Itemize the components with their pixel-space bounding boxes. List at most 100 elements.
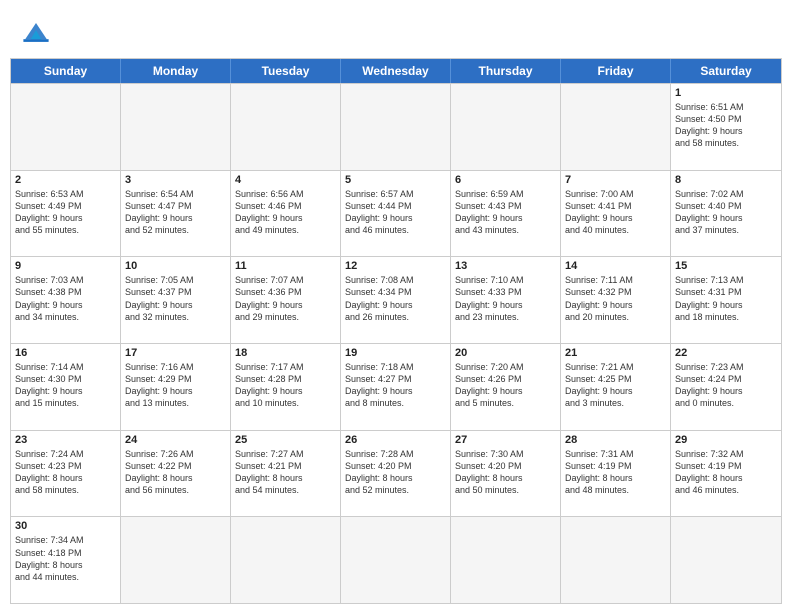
calendar-cell-0-4 [451, 84, 561, 170]
day-number: 27 [455, 434, 556, 446]
day-info: Sunrise: 7:27 AM Sunset: 4:21 PM Dayligh… [235, 448, 336, 497]
day-number: 30 [15, 520, 116, 532]
calendar-cell-4-2: 25 Sunrise: 7:27 AM Sunset: 4:21 PM Dayli… [231, 431, 341, 517]
weekday-header-monday: Monday [121, 59, 231, 83]
calendar-cell-3-3: 19Sunrise: 7:18 AM Sunset: 4:27 PM Dayli… [341, 344, 451, 430]
day-number: 3 [125, 174, 226, 186]
day-number: 7 [565, 174, 666, 186]
day-info: Sunrise: 6:57 AM Sunset: 4:44 PM Dayligh… [345, 188, 446, 237]
day-info: Sunrise: 7:03 AM Sunset: 4:38 PM Dayligh… [15, 274, 116, 323]
day-info: Sunrise: 6:54 AM Sunset: 4:47 PM Dayligh… [125, 188, 226, 237]
day-info: Sunrise: 6:51 AM Sunset: 4:50 PM Dayligh… [675, 101, 777, 150]
day-info: Sunrise: 7:24 AM Sunset: 4:23 PM Dayligh… [15, 448, 116, 497]
day-info: Sunrise: 6:53 AM Sunset: 4:49 PM Dayligh… [15, 188, 116, 237]
calendar-cell-2-1: 10 Sunrise: 7:05 AM Sunset: 4:37 PM Dayli… [121, 257, 231, 343]
day-info: Sunrise: 7:13 AM Sunset: 4:31 PM Dayligh… [675, 274, 777, 323]
day-number: 6 [455, 174, 556, 186]
calendar-cell-0-3 [341, 84, 451, 170]
header [0, 0, 792, 58]
day-info: Sunrise: 7:34 AM Sunset: 4:18 PM Dayligh… [15, 534, 116, 583]
day-number: 8 [675, 174, 777, 186]
day-number: 19 [345, 347, 446, 359]
day-info: Sunrise: 7:31 AM Sunset: 4:19 PM Dayligh… [565, 448, 666, 497]
day-info: Sunrise: 7:28 AM Sunset: 4:20 PM Dayligh… [345, 448, 446, 497]
day-info: Sunrise: 7:16 AM Sunset: 4:29 PM Dayligh… [125, 361, 226, 410]
day-info: Sunrise: 7:21 AM Sunset: 4:25 PM Dayligh… [565, 361, 666, 410]
calendar-body: 1 Sunrise: 6:51 AM Sunset: 4:50 PM Daylig… [11, 83, 781, 603]
calendar-row-0: 1 Sunrise: 6:51 AM Sunset: 4:50 PM Daylig… [11, 83, 781, 170]
calendar-cell-4-3: 26 Sunrise: 7:28 AM Sunset: 4:20 PM Dayli… [341, 431, 451, 517]
weekday-header-wednesday: Wednesday [341, 59, 451, 83]
calendar-row-5: 30 Sunrise: 7:34 AM Sunset: 4:18 PM Dayli… [11, 516, 781, 603]
day-number: 23 [15, 434, 116, 446]
calendar-cell-3-1: 17 Sunrise: 7:16 AM Sunset: 4:29 PM Dayli… [121, 344, 231, 430]
calendar-cell-5-1 [121, 517, 231, 603]
calendar-row-3: 16Sunrise: 7:14 AM Sunset: 4:30 PM Dayli… [11, 343, 781, 430]
calendar-row-2: 9 Sunrise: 7:03 AM Sunset: 4:38 PM Daylig… [11, 256, 781, 343]
calendar-cell-4-6: 29Sunrise: 7:32 AM Sunset: 4:19 PM Dayli… [671, 431, 781, 517]
day-info: Sunrise: 7:17 AM Sunset: 4:28 PM Dayligh… [235, 361, 336, 410]
day-info: Sunrise: 7:00 AM Sunset: 4:41 PM Dayligh… [565, 188, 666, 237]
calendar-cell-4-4: 27 Sunrise: 7:30 AM Sunset: 4:20 PM Dayli… [451, 431, 561, 517]
calendar-row-1: 2 Sunrise: 6:53 AM Sunset: 4:49 PM Daylig… [11, 170, 781, 257]
day-info: Sunrise: 7:26 AM Sunset: 4:22 PM Dayligh… [125, 448, 226, 497]
calendar-cell-0-0 [11, 84, 121, 170]
day-number: 12 [345, 260, 446, 272]
calendar-cell-1-0: 2 Sunrise: 6:53 AM Sunset: 4:49 PM Daylig… [11, 171, 121, 257]
calendar-cell-0-1 [121, 84, 231, 170]
calendar-cell-1-2: 4 Sunrise: 6:56 AM Sunset: 4:46 PM Daylig… [231, 171, 341, 257]
day-number: 2 [15, 174, 116, 186]
day-number: 25 [235, 434, 336, 446]
day-info: Sunrise: 7:30 AM Sunset: 4:20 PM Dayligh… [455, 448, 556, 497]
day-number: 24 [125, 434, 226, 446]
weekday-header-friday: Friday [561, 59, 671, 83]
weekday-header-saturday: Saturday [671, 59, 781, 83]
calendar-cell-5-6 [671, 517, 781, 603]
logo [18, 14, 60, 50]
day-number: 26 [345, 434, 446, 446]
calendar-cell-2-2: 11 Sunrise: 7:07 AM Sunset: 4:36 PM Dayli… [231, 257, 341, 343]
calendar-cell-1-6: 8Sunrise: 7:02 AM Sunset: 4:40 PM Daylig… [671, 171, 781, 257]
logo-icon [18, 14, 54, 50]
day-number: 15 [675, 260, 777, 272]
calendar-cell-0-6: 1 Sunrise: 6:51 AM Sunset: 4:50 PM Daylig… [671, 84, 781, 170]
weekday-header-thursday: Thursday [451, 59, 561, 83]
calendar-header: SundayMondayTuesdayWednesdayThursdayFrid… [11, 59, 781, 83]
calendar-cell-5-3 [341, 517, 451, 603]
day-number: 13 [455, 260, 556, 272]
day-info: Sunrise: 7:07 AM Sunset: 4:36 PM Dayligh… [235, 274, 336, 323]
day-number: 29 [675, 434, 777, 446]
day-number: 11 [235, 260, 336, 272]
day-number: 1 [675, 87, 777, 99]
day-number: 17 [125, 347, 226, 359]
calendar-cell-3-6: 22Sunrise: 7:23 AM Sunset: 4:24 PM Dayli… [671, 344, 781, 430]
calendar-cell-3-2: 18Sunrise: 7:17 AM Sunset: 4:28 PM Dayli… [231, 344, 341, 430]
calendar-cell-2-4: 13 Sunrise: 7:10 AM Sunset: 4:33 PM Dayli… [451, 257, 561, 343]
weekday-header-tuesday: Tuesday [231, 59, 341, 83]
day-number: 4 [235, 174, 336, 186]
day-number: 10 [125, 260, 226, 272]
calendar-cell-5-5 [561, 517, 671, 603]
day-info: Sunrise: 7:23 AM Sunset: 4:24 PM Dayligh… [675, 361, 777, 410]
calendar-cell-3-0: 16Sunrise: 7:14 AM Sunset: 4:30 PM Dayli… [11, 344, 121, 430]
day-number: 16 [15, 347, 116, 359]
calendar-cell-2-6: 15 Sunrise: 7:13 AM Sunset: 4:31 PM Dayli… [671, 257, 781, 343]
day-info: Sunrise: 7:08 AM Sunset: 4:34 PM Dayligh… [345, 274, 446, 323]
calendar-cell-5-2 [231, 517, 341, 603]
calendar-cell-1-3: 5 Sunrise: 6:57 AM Sunset: 4:44 PM Daylig… [341, 171, 451, 257]
day-number: 9 [15, 260, 116, 272]
calendar-cell-4-1: 24 Sunrise: 7:26 AM Sunset: 4:22 PM Dayli… [121, 431, 231, 517]
calendar-cell-1-5: 7 Sunrise: 7:00 AM Sunset: 4:41 PM Daylig… [561, 171, 671, 257]
calendar-cell-2-3: 12 Sunrise: 7:08 AM Sunset: 4:34 PM Dayli… [341, 257, 451, 343]
page: SundayMondayTuesdayWednesdayThursdayFrid… [0, 0, 792, 612]
day-info: Sunrise: 7:10 AM Sunset: 4:33 PM Dayligh… [455, 274, 556, 323]
day-info: Sunrise: 7:05 AM Sunset: 4:37 PM Dayligh… [125, 274, 226, 323]
day-info: Sunrise: 6:56 AM Sunset: 4:46 PM Dayligh… [235, 188, 336, 237]
calendar-cell-2-5: 14Sunrise: 7:11 AM Sunset: 4:32 PM Dayli… [561, 257, 671, 343]
calendar-cell-4-0: 23 Sunrise: 7:24 AM Sunset: 4:23 PM Dayli… [11, 431, 121, 517]
day-number: 20 [455, 347, 556, 359]
calendar-cell-2-0: 9 Sunrise: 7:03 AM Sunset: 4:38 PM Daylig… [11, 257, 121, 343]
calendar-row-4: 23 Sunrise: 7:24 AM Sunset: 4:23 PM Dayli… [11, 430, 781, 517]
day-number: 21 [565, 347, 666, 359]
day-number: 5 [345, 174, 446, 186]
